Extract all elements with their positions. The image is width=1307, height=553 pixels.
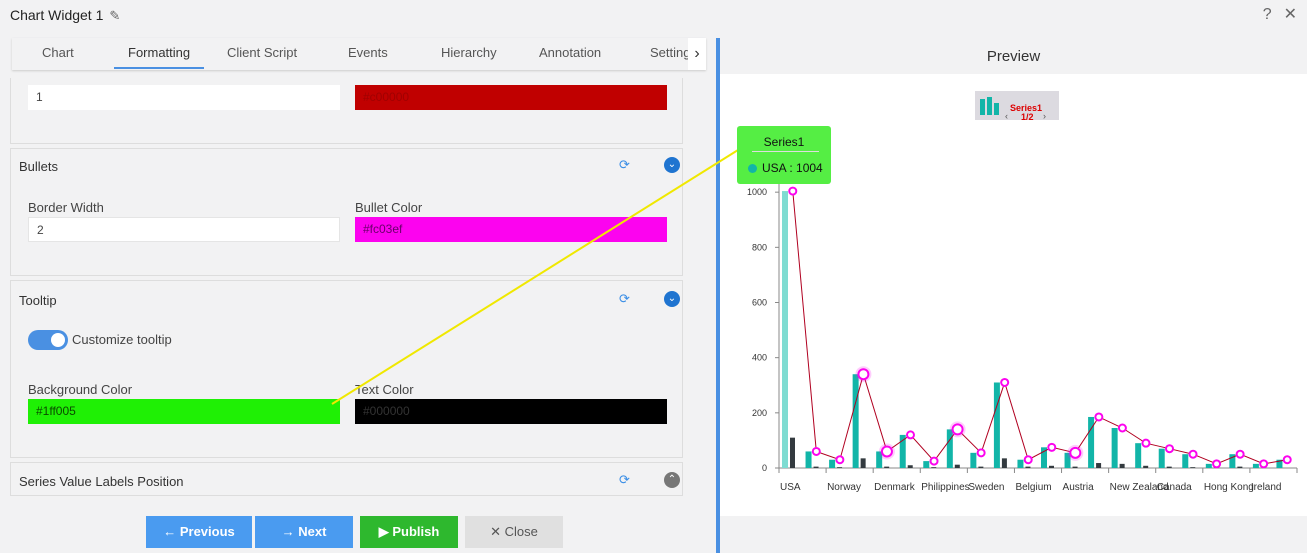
line-marker — [951, 423, 964, 436]
line-marker — [1165, 444, 1174, 454]
bar-series2 — [1119, 463, 1125, 468]
bar-series1 — [852, 374, 859, 468]
line-marker — [1259, 459, 1269, 469]
line-marker — [1094, 412, 1104, 422]
bar-series1 — [970, 452, 977, 468]
bar-series1 — [782, 191, 788, 468]
legend-page: 1/2 — [1021, 112, 1034, 122]
line-marker — [1188, 449, 1198, 459]
y-tick-label: 1000 — [747, 187, 767, 197]
legend-next-icon[interactable]: › — [1043, 111, 1046, 121]
bar-series1 — [829, 459, 836, 468]
line-marker — [1282, 455, 1292, 465]
bar-series1 — [1252, 463, 1259, 468]
line-series — [792, 191, 1288, 465]
line-marker — [857, 368, 870, 381]
legend-prev-icon[interactable]: ‹ — [1005, 111, 1008, 121]
connector-line — [331, 149, 739, 405]
bar-series1 — [923, 461, 930, 468]
bar-series2 — [1237, 466, 1243, 468]
y-tick-label: 400 — [752, 353, 767, 363]
bar-series1 — [1205, 463, 1212, 468]
x-tick-label: Philippines — [921, 482, 969, 493]
chart: 020040060080010001200USANorwayDenmarkPhi… — [331, 132, 1298, 493]
line-marker — [1141, 438, 1151, 448]
x-tick-label: Denmark — [874, 482, 916, 493]
bar-series2 — [1190, 467, 1196, 468]
line-marker — [1235, 449, 1245, 459]
y-tick-label: 200 — [752, 408, 767, 418]
x-tick-label: Ireland — [1251, 482, 1282, 493]
bar-series2 — [1001, 458, 1007, 468]
legend[interactable]: Series1 ‹ 1/2 › — [975, 91, 1059, 122]
y-tick-label: 0 — [762, 463, 767, 473]
bar-series2 — [1072, 466, 1078, 468]
x-tick-label: Norway — [827, 482, 861, 493]
bar-series1 — [1158, 448, 1165, 468]
bar-series2 — [1049, 465, 1054, 468]
line-marker — [788, 186, 798, 196]
line-marker — [880, 445, 893, 458]
bar-series1 — [946, 429, 953, 468]
x-tick-label: USA — [780, 482, 801, 493]
bar-series1 — [1182, 454, 1189, 468]
line-marker — [835, 455, 845, 465]
bar-series1 — [1111, 428, 1118, 468]
bar-series2 — [1025, 466, 1031, 468]
bar-series2 — [954, 464, 960, 468]
bar-series2 — [790, 437, 795, 468]
bar-series2 — [1166, 466, 1172, 468]
chart-tooltip: Series1 USA : 1004 — [737, 126, 831, 184]
bar-series2 — [1143, 465, 1149, 468]
line-marker — [976, 448, 986, 458]
line-marker — [1047, 442, 1057, 452]
line-marker — [811, 446, 821, 456]
bar-series2 — [931, 467, 937, 468]
x-tick-label: Hong Kong — [1204, 482, 1254, 493]
x-tick-label: Austria — [1063, 482, 1095, 493]
bar-series2 — [813, 466, 819, 468]
y-tick-label: 800 — [752, 242, 767, 252]
bar-series2 — [1096, 463, 1102, 468]
tooltip-text: USA : 1004 — [762, 161, 823, 175]
line-marker — [1023, 455, 1033, 465]
bar-series1 — [993, 382, 1000, 468]
line-marker — [1069, 446, 1082, 459]
bar-series1 — [805, 451, 812, 468]
line-marker — [1000, 377, 1010, 387]
bar-series2 — [907, 465, 913, 468]
line-marker — [1117, 423, 1127, 433]
line-marker — [1212, 459, 1222, 469]
bar-series1 — [1135, 443, 1142, 468]
x-tick-label: Belgium — [1015, 482, 1051, 493]
x-tick-label: Sweden — [968, 482, 1004, 493]
tooltip-title: Series1 — [763, 135, 805, 149]
line-marker — [906, 430, 915, 440]
bar-series2 — [860, 458, 866, 468]
bar-series1 — [1088, 416, 1095, 468]
bar-series2 — [978, 466, 984, 468]
x-tick-label: Canada — [1157, 482, 1192, 493]
bar-series1 — [1017, 459, 1024, 468]
line-marker — [929, 456, 939, 466]
y-tick-label: 600 — [752, 298, 767, 308]
bar-series2 — [837, 467, 843, 468]
bar-series2 — [884, 466, 890, 468]
